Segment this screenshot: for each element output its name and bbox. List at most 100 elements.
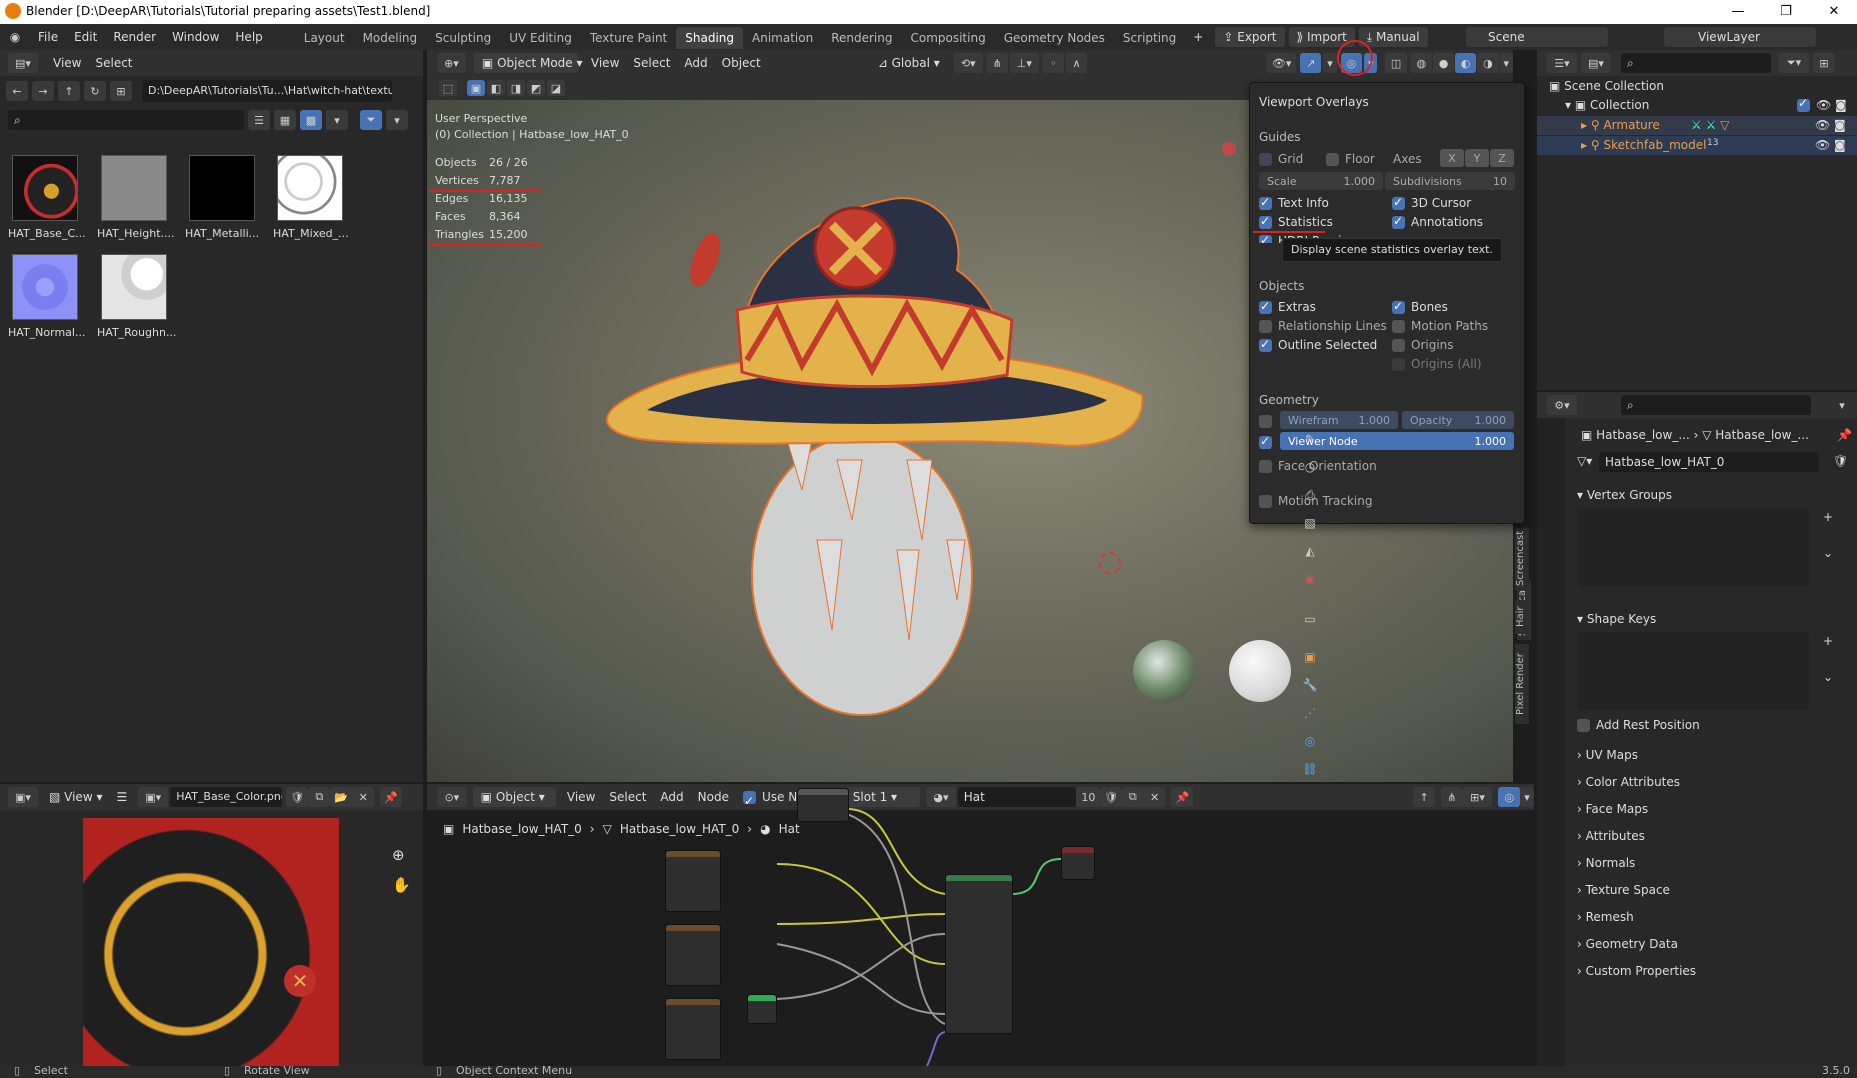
- mode-dropdown[interactable]: ▣ Object Mode ▾: [473, 53, 583, 73]
- bones-checkbox[interactable]: Bones: [1392, 298, 1448, 315]
- shading-dropdown-icon[interactable]: ▾: [1499, 53, 1513, 73]
- side-tab-hair[interactable]: Hair: [1515, 600, 1529, 634]
- tab-texture-paint[interactable]: Texture Paint: [581, 27, 676, 49]
- maximize-icon[interactable]: ❐: [1763, 0, 1809, 24]
- section-color-attributes[interactable]: › Color Attributes: [1577, 775, 1680, 789]
- xray-icon[interactable]: ◫: [1385, 53, 1407, 73]
- section-normals[interactable]: › Normals: [1577, 856, 1635, 870]
- origins-checkbox[interactable]: Origins: [1392, 337, 1454, 353]
- menu-window[interactable]: Window: [164, 24, 227, 50]
- armature-visibility[interactable]: 👁 ◙: [1815, 118, 1846, 132]
- unlink-image-icon[interactable]: ✕: [352, 787, 375, 807]
- opacity-slider[interactable]: Opacity 1.000: [1402, 411, 1514, 429]
- file-thumbnail-metallic[interactable]: [189, 155, 255, 221]
- editor-type-icon[interactable]: ▤▾: [8, 53, 38, 73]
- select-subtract-icon[interactable]: ◨: [507, 80, 525, 96]
- menu-select[interactable]: Select: [88, 50, 139, 76]
- open-image-icon[interactable]: 📂: [330, 787, 353, 807]
- menu-view[interactable]: View: [584, 50, 626, 76]
- select-new-icon[interactable]: ▣: [467, 80, 485, 96]
- outliner-sketchfab-model[interactable]: ▸ ⚲ Sketchfab_model: [1581, 138, 1706, 152]
- display-mode-icon[interactable]: ▤▾: [1581, 53, 1611, 73]
- minimize-icon[interactable]: —: [1715, 0, 1761, 24]
- export-button[interactable]: ⇪ Export: [1215, 27, 1285, 47]
- image-name-field[interactable]: HAT_Base_Color.png: [170, 787, 283, 807]
- wireframe-checkbox[interactable]: [1259, 413, 1278, 429]
- motion-paths-checkbox[interactable]: Motion Paths: [1392, 318, 1488, 334]
- select-extend-icon[interactable]: ◧: [487, 80, 505, 96]
- select-tool-icon[interactable]: ⬚: [439, 80, 457, 96]
- tool-tab-icon[interactable]: ✎: [1301, 432, 1319, 450]
- modifier-tab-icon[interactable]: 🔧: [1301, 678, 1319, 696]
- add-rest-position-checkbox[interactable]: Add Rest Position: [1577, 718, 1700, 732]
- falloff-icon[interactable]: ∧: [1065, 53, 1088, 73]
- subdivisions-slider[interactable]: Subdivisions 10: [1385, 172, 1515, 190]
- editor-type-icon[interactable]: ⊕▾: [437, 53, 466, 73]
- section-attributes[interactable]: › Attributes: [1577, 829, 1645, 843]
- properties-search-input[interactable]: ⌕: [1621, 395, 1811, 415]
- section-geometry-data[interactable]: › Geometry Data: [1577, 937, 1678, 951]
- shading-material-icon[interactable]: ◐: [1455, 53, 1477, 73]
- normal-map-node[interactable]: [747, 994, 777, 1024]
- section-texture-space[interactable]: › Texture Space: [1577, 883, 1670, 897]
- gizmo-dropdown-icon[interactable]: ▾: [1323, 53, 1337, 73]
- close-icon[interactable]: ✕: [1811, 0, 1857, 24]
- shading-wireframe-icon[interactable]: ◍: [1410, 53, 1432, 73]
- section-custom-properties[interactable]: › Custom Properties: [1577, 964, 1696, 978]
- file-thumbnail-height[interactable]: [101, 155, 167, 221]
- object-tab-icon[interactable]: ▣: [1301, 650, 1319, 668]
- physics-tab-icon[interactable]: ◎: [1301, 734, 1319, 752]
- scene-tab-icon[interactable]: ◭: [1301, 544, 1319, 562]
- visibility-icon[interactable]: 👁▾: [1267, 53, 1297, 73]
- vertex-groups-panel-header[interactable]: ▾ Vertex Groups: [1577, 488, 1672, 502]
- image-texture-node[interactable]: [665, 924, 721, 986]
- scene-selector[interactable]: Scene: [1466, 27, 1608, 47]
- file-thumbnail-roughness[interactable]: [101, 254, 167, 320]
- output-tab-icon[interactable]: ⎙: [1301, 488, 1319, 506]
- path-field[interactable]: D:\DeepAR\Tutorials\Tu...\Hat\witch-hat\…: [142, 80, 392, 102]
- orientation-dropdown[interactable]: ⊿ Global ▾: [870, 53, 948, 73]
- shape-keys-list[interactable]: [1577, 632, 1809, 710]
- options-dropdown-icon[interactable]: ▾: [1831, 395, 1853, 415]
- snap-icon[interactable]: ⋔: [986, 53, 1008, 73]
- refresh-icon[interactable]: ↻: [84, 81, 106, 101]
- image-texture-node[interactable]: [665, 850, 721, 912]
- tab-rendering[interactable]: Rendering: [822, 27, 901, 49]
- grid-view-icon[interactable]: ▩: [300, 110, 322, 130]
- pan-hand-icon[interactable]: ✋: [392, 876, 411, 894]
- section-face-maps[interactable]: › Face Maps: [1577, 802, 1648, 816]
- annotations-checkbox[interactable]: Annotations: [1392, 213, 1483, 230]
- tab-animation[interactable]: Animation: [743, 27, 822, 49]
- add-vertex-group-icon[interactable]: +: [1823, 510, 1833, 524]
- sketchfab-visibility[interactable]: 👁 ◙: [1815, 138, 1846, 152]
- fake-user-icon[interactable]: 🛡: [1833, 454, 1848, 468]
- tab-shading[interactable]: Shading: [676, 27, 743, 49]
- add-workspace-icon[interactable]: +: [1185, 24, 1211, 50]
- grid-checkbox[interactable]: Grid: [1259, 151, 1303, 167]
- tab-compositing[interactable]: Compositing: [901, 27, 994, 49]
- zoom-icon[interactable]: ⊕: [392, 846, 405, 864]
- gizmo-icon[interactable]: ↗: [1300, 53, 1322, 73]
- menu-edit[interactable]: Edit: [66, 24, 105, 50]
- shape-keys-panel-header[interactable]: ▾ Shape Keys: [1577, 612, 1656, 626]
- shading-solid-icon[interactable]: ●: [1432, 53, 1455, 73]
- snap-target-icon[interactable]: ⊥▾: [1009, 53, 1039, 73]
- new-collection-icon[interactable]: ⊞: [1813, 53, 1835, 73]
- shading-rendered-icon[interactable]: ◑: [1477, 53, 1499, 73]
- image-texture-node[interactable]: [665, 998, 721, 1060]
- proportional-edit-icon[interactable]: ◦: [1042, 53, 1064, 73]
- 3d-cursor-checkbox[interactable]: 3D Cursor: [1392, 194, 1471, 211]
- tab-modeling[interactable]: Modeling: [354, 27, 427, 49]
- editor-type-icon[interactable]: ▣▾: [8, 787, 38, 807]
- texture-image-canvas[interactable]: [83, 818, 339, 1066]
- menu-render[interactable]: Render: [105, 24, 164, 50]
- section-uv-maps[interactable]: › UV Maps: [1577, 748, 1638, 762]
- shape-key-menu-icon[interactable]: ⌄: [1823, 670, 1833, 684]
- scale-slider[interactable]: Scale 1.000: [1259, 172, 1383, 190]
- filter-dropdown-icon[interactable]: ▾: [386, 110, 408, 130]
- relationship-lines-checkbox[interactable]: Relationship Lines: [1259, 318, 1387, 334]
- manual-button[interactable]: ⤓ Manual: [1358, 27, 1428, 47]
- back-arrow-icon[interactable]: ←: [6, 81, 28, 101]
- tab-scripting[interactable]: Scripting: [1114, 27, 1185, 49]
- fake-user-icon[interactable]: 🛡: [286, 787, 309, 807]
